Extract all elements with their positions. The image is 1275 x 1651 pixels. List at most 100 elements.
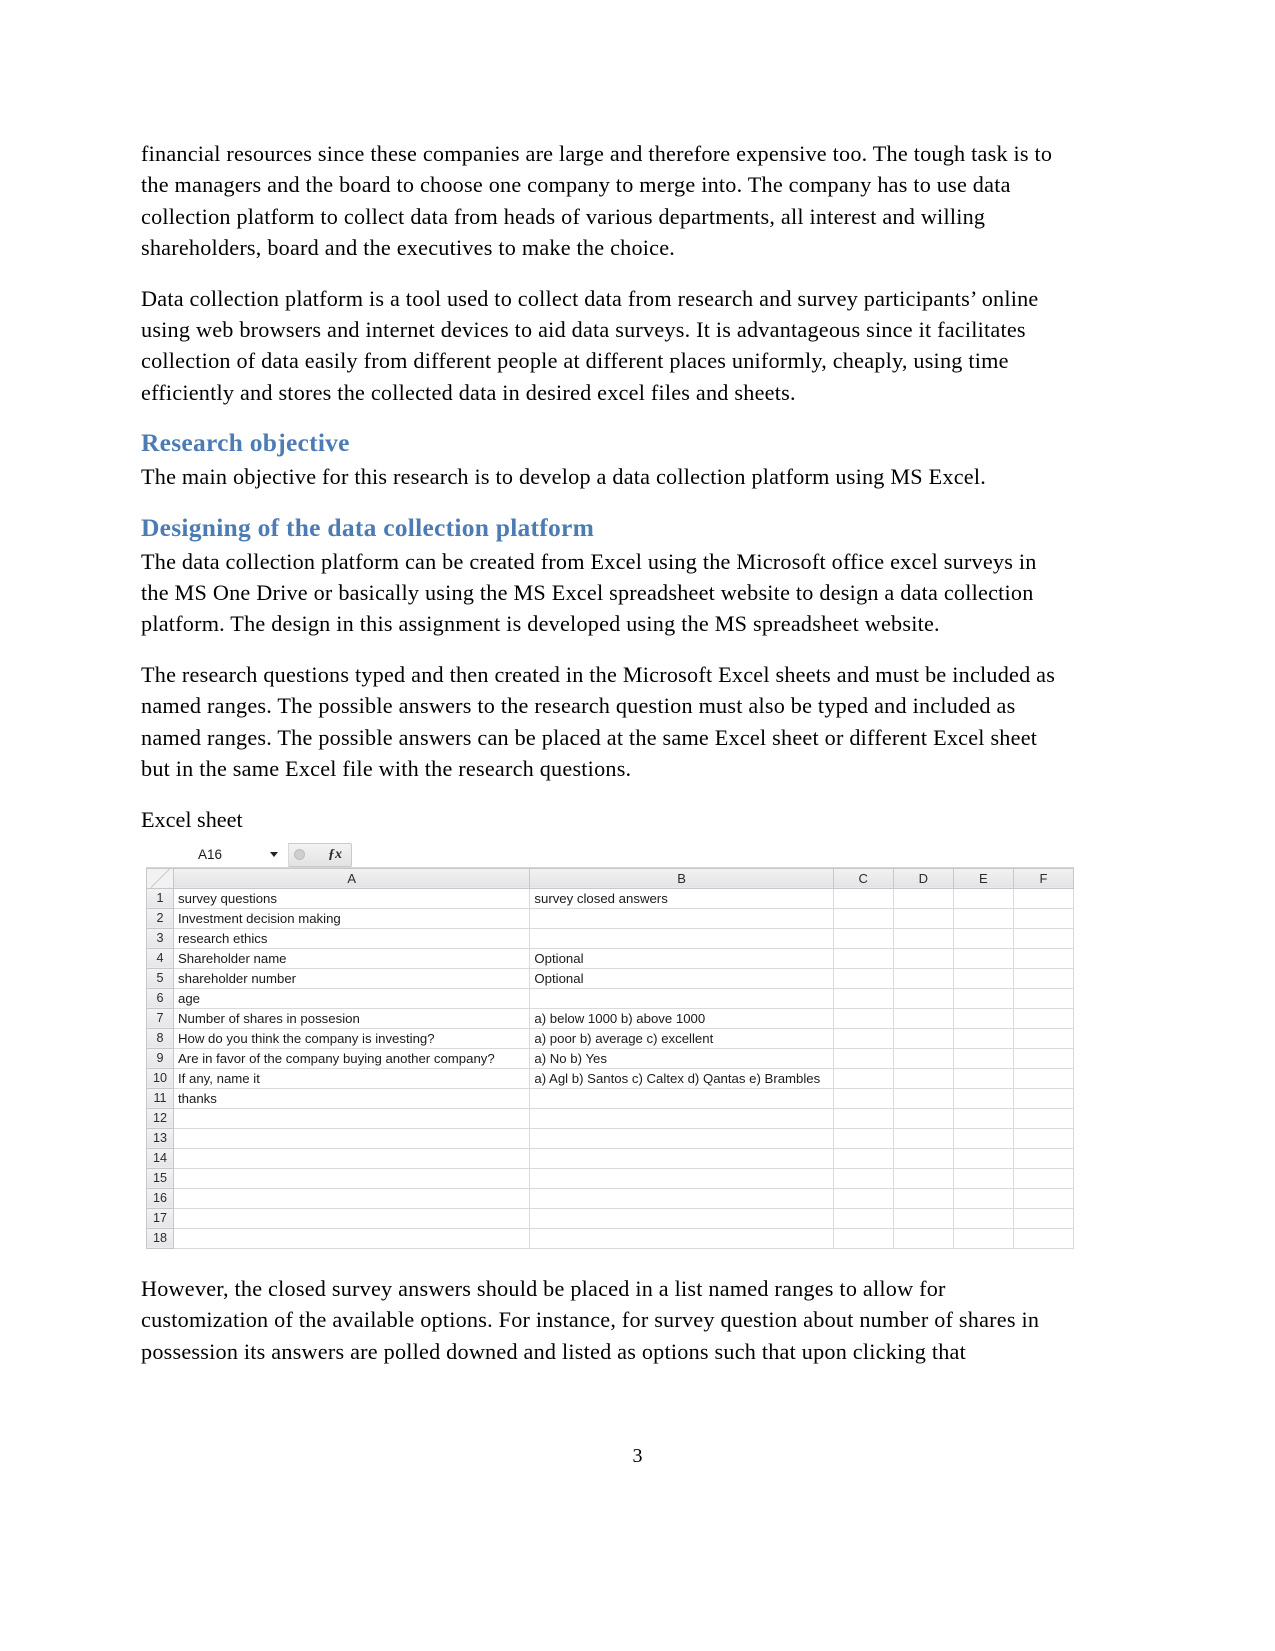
cell-b17[interactable] [529, 1208, 834, 1229]
cell-a7[interactable]: Number of shares in possesion [173, 1008, 531, 1029]
cell-d14[interactable] [893, 1148, 954, 1169]
cell-f9[interactable] [1013, 1048, 1075, 1069]
cell-d18[interactable] [893, 1228, 954, 1249]
name-box[interactable]: A16 [146, 842, 289, 867]
cell-d5[interactable] [893, 968, 954, 989]
cell-a10[interactable]: If any, name it [173, 1068, 531, 1089]
cell-d8[interactable] [893, 1028, 954, 1049]
row-header[interactable]: 12 [145, 1107, 175, 1129]
cell-e3[interactable] [953, 928, 1014, 949]
cell-b14[interactable] [529, 1148, 834, 1169]
cell-b15[interactable] [529, 1168, 834, 1189]
cell-b10[interactable]: a) Agl b) Santos c) Caltex d) Qantas e) … [529, 1068, 834, 1089]
cell-f15[interactable] [1013, 1168, 1075, 1189]
cell-a4[interactable]: Shareholder name [173, 948, 531, 969]
cell-b3[interactable] [529, 928, 834, 949]
cell-b18[interactable] [529, 1228, 834, 1249]
cell-a14[interactable] [173, 1148, 531, 1169]
cell-e6[interactable] [953, 988, 1014, 1009]
cell-b6[interactable] [529, 988, 834, 1009]
row-header[interactable]: 15 [145, 1167, 175, 1189]
cell-d10[interactable] [893, 1068, 954, 1089]
column-header-d[interactable]: D [892, 868, 954, 889]
cell-f8[interactable] [1013, 1028, 1075, 1049]
cell-a5[interactable]: shareholder number [173, 968, 531, 989]
row-header[interactable]: 18 [145, 1227, 175, 1249]
cell-e8[interactable] [953, 1028, 1014, 1049]
cell-d2[interactable] [893, 908, 954, 929]
cell-a1[interactable]: survey questions [173, 888, 531, 909]
cell-f6[interactable] [1013, 988, 1075, 1009]
cell-c12[interactable] [833, 1108, 894, 1129]
cell-b8[interactable]: a) poor b) average c) excellent [529, 1028, 834, 1049]
cell-d3[interactable] [893, 928, 954, 949]
row-header[interactable]: 7 [145, 1007, 175, 1029]
cell-a11[interactable]: thanks [173, 1088, 531, 1109]
row-header[interactable]: 13 [145, 1127, 175, 1149]
cell-f2[interactable] [1013, 908, 1075, 929]
cell-e13[interactable] [953, 1128, 1014, 1149]
column-header-a[interactable]: A [173, 868, 531, 889]
cell-a15[interactable] [173, 1168, 531, 1189]
cell-f1[interactable] [1013, 888, 1075, 909]
cell-d12[interactable] [893, 1108, 954, 1129]
cell-e5[interactable] [953, 968, 1014, 989]
cell-c3[interactable] [833, 928, 894, 949]
cell-a2[interactable]: Investment decision making [173, 908, 531, 929]
row-header[interactable]: 9 [145, 1047, 175, 1069]
cell-b4[interactable]: Optional [529, 948, 834, 969]
cell-e12[interactable] [953, 1108, 1014, 1129]
row-header[interactable]: 3 [145, 927, 175, 949]
cell-e14[interactable] [953, 1148, 1014, 1169]
row-header[interactable]: 16 [145, 1187, 175, 1209]
cell-b11[interactable] [529, 1088, 834, 1109]
cell-b13[interactable] [529, 1128, 834, 1149]
cell-e17[interactable] [953, 1208, 1014, 1229]
cell-e10[interactable] [953, 1068, 1014, 1089]
row-header[interactable]: 14 [145, 1147, 175, 1169]
cell-f11[interactable] [1013, 1088, 1075, 1109]
cell-c11[interactable] [833, 1088, 894, 1109]
cell-c15[interactable] [833, 1168, 894, 1189]
cell-a18[interactable] [173, 1228, 531, 1249]
cell-a3[interactable]: research ethics [173, 928, 531, 949]
cell-c4[interactable] [833, 948, 894, 969]
cell-c14[interactable] [833, 1148, 894, 1169]
cell-d11[interactable] [893, 1088, 954, 1109]
cell-a12[interactable] [173, 1108, 531, 1129]
column-header-e[interactable]: E [952, 868, 1014, 889]
insert-function-button[interactable]: ƒx [289, 842, 352, 867]
cell-f13[interactable] [1013, 1128, 1075, 1149]
cell-b1[interactable]: survey closed answers [529, 888, 834, 909]
cell-a16[interactable] [173, 1188, 531, 1209]
row-header[interactable]: 5 [145, 967, 175, 989]
select-all-corner[interactable] [145, 868, 175, 889]
cell-b12[interactable] [529, 1108, 834, 1129]
cell-d16[interactable] [893, 1188, 954, 1209]
formula-input[interactable] [352, 842, 1074, 867]
row-header[interactable]: 1 [145, 887, 175, 909]
cell-b2[interactable] [529, 908, 834, 929]
cell-d1[interactable] [893, 888, 954, 909]
row-header[interactable]: 17 [145, 1207, 175, 1229]
cell-d7[interactable] [893, 1008, 954, 1029]
cell-c2[interactable] [833, 908, 894, 929]
cell-b16[interactable] [529, 1188, 834, 1209]
cell-c9[interactable] [833, 1048, 894, 1069]
cell-d17[interactable] [893, 1208, 954, 1229]
cell-a13[interactable] [173, 1128, 531, 1149]
row-header[interactable]: 11 [145, 1087, 175, 1109]
cell-a8[interactable]: How do you think the company is investin… [173, 1028, 531, 1049]
cell-c10[interactable] [833, 1068, 894, 1089]
cell-e11[interactable] [953, 1088, 1014, 1109]
column-header-b[interactable]: B [529, 868, 834, 889]
cell-e4[interactable] [953, 948, 1014, 969]
cell-f14[interactable] [1013, 1148, 1075, 1169]
cell-d13[interactable] [893, 1128, 954, 1149]
cell-c17[interactable] [833, 1208, 894, 1229]
cell-d15[interactable] [893, 1168, 954, 1189]
cell-f4[interactable] [1013, 948, 1075, 969]
column-header-f[interactable]: F [1012, 868, 1075, 889]
cell-a17[interactable] [173, 1208, 531, 1229]
cell-f7[interactable] [1013, 1008, 1075, 1029]
